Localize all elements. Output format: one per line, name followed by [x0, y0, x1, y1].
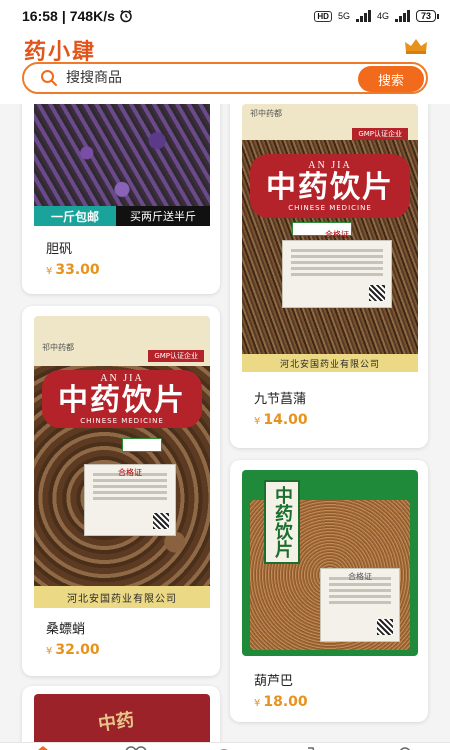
network-5g-label: 5G [337, 11, 350, 21]
bag-company: 河北安国药业有限公司 [242, 354, 418, 372]
bag-title-box: 中药饮片 [264, 480, 300, 564]
bag-cn-title: 中药饮片 [266, 170, 394, 205]
product-name: 胆矾 [46, 242, 73, 257]
product-card[interactable]: 一斤包邮 买两斤送半斤 胆矾 ¥33.00 [22, 104, 220, 294]
product-image: 中药 [34, 694, 210, 742]
price-value: 33.00 [55, 262, 100, 278]
bottom-nav [0, 742, 450, 750]
search-bar[interactable]: 搜索 [22, 62, 428, 94]
currency-symbol: ¥ [254, 698, 261, 709]
qr-code [377, 619, 393, 635]
certificate-title: 合格证 [118, 468, 142, 477]
price-value: 14.00 [263, 412, 308, 428]
bag-cn-title: 中药饮片 [58, 383, 186, 418]
currency-symbol: ¥ [254, 416, 261, 427]
certificate-label: 合格证 [84, 464, 176, 536]
status-bar: 16:58 | 748K/s HD 5G 4G 73 [0, 0, 450, 32]
bag-cert: GMP认证企业 [352, 128, 408, 140]
bag-cert: GMP认证企业 [148, 350, 204, 362]
app-header: 药小肆 搜索 [0, 32, 450, 104]
product-name: 九节菖蒲 [254, 392, 307, 407]
hd-badge: HD [314, 10, 332, 22]
promo-free-shipping: 一斤包邮 [34, 206, 116, 226]
price-value: 32.00 [55, 642, 100, 658]
profile-icon[interactable] [393, 744, 417, 750]
signal-icon-2 [394, 10, 410, 22]
brand-band: AN JIA 中药饮片 CHINESE MEDICINE [42, 370, 202, 428]
crown-icon[interactable] [404, 38, 428, 54]
currency-symbol: ¥ [46, 266, 53, 277]
brand-band: AN JIA 中药饮片 CHINESE MEDICINE [250, 154, 410, 218]
category-icon[interactable] [124, 744, 148, 750]
status-speed: 748K/s [69, 8, 115, 24]
bag-subtitle: CHINESE MEDICINE [80, 417, 164, 425]
cart-icon[interactable] [305, 744, 329, 750]
battery-icon: 73 [415, 10, 440, 22]
status-separator: | [61, 8, 66, 24]
product-image: 中药饮片 合格证 [242, 470, 418, 656]
bag-cn-title: 中药 [96, 709, 136, 736]
bag-cn-title: 中药饮片 [272, 486, 293, 558]
search-button[interactable]: 搜索 [358, 66, 424, 92]
status-time: 16:58 [22, 8, 58, 24]
product-card[interactable]: 中药饮片 合格证 葫芦巴 ¥18.00 [230, 460, 428, 722]
currency-symbol: ¥ [46, 646, 53, 657]
promo-banner: 一斤包邮 买两斤送半斤 [34, 206, 210, 226]
network-4g-label: 4G [376, 11, 389, 21]
certificate-label: 合格证 [320, 568, 400, 642]
product-card[interactable]: 祁中药都 GMP认证企业 AN JIA 中药饮片 CHINESE MEDICIN… [22, 306, 220, 676]
promo-offer: 买两斤送半斤 [116, 206, 210, 226]
qr-code [369, 285, 385, 301]
product-image: 祁中药都 GMP认证企业 AN JIA 中药饮片 CHINESE MEDICIN… [242, 104, 418, 372]
product-card[interactable]: 祁中药都 GMP认证企业 AN JIA 中药饮片 CHINESE MEDICIN… [230, 104, 428, 448]
product-name: 桑螵蛸 [46, 622, 86, 637]
product-price: ¥18.00 [254, 694, 308, 710]
home-icon[interactable] [31, 744, 55, 750]
green-seal [122, 438, 162, 452]
price-value: 18.00 [263, 694, 308, 710]
certificate-label: 合格证 [282, 230, 392, 308]
chat-icon[interactable] [212, 744, 236, 750]
product-price: ¥32.00 [46, 642, 100, 658]
search-input[interactable] [66, 70, 326, 86]
certificate-title: 合格证 [325, 230, 349, 239]
product-image: 一斤包邮 买两斤送半斤 [34, 104, 210, 226]
alarm-icon [120, 9, 132, 23]
bag-subtitle: CHINESE MEDICINE [288, 204, 372, 212]
qr-code [153, 513, 169, 529]
bag-brand: 祁中药都 [42, 343, 74, 352]
signal-icon [355, 10, 371, 22]
product-card[interactable]: 中药 [22, 686, 220, 742]
certificate-title: 合格证 [348, 572, 372, 581]
product-feed[interactable]: 一斤包邮 买两斤送半斤 胆矾 ¥33.00 祁中药都 GMP认证企业 AN JI… [0, 104, 450, 742]
product-price: ¥14.00 [254, 412, 308, 428]
product-price: ¥33.00 [46, 262, 100, 278]
search-icon [41, 70, 57, 86]
bag-company: 河北安国药业有限公司 [34, 586, 210, 608]
product-name: 葫芦巴 [254, 674, 294, 689]
bag-brand: 祁中药都 [250, 109, 282, 118]
product-image: 祁中药都 GMP认证企业 AN JIA 中药饮片 CHINESE MEDICIN… [34, 316, 210, 608]
